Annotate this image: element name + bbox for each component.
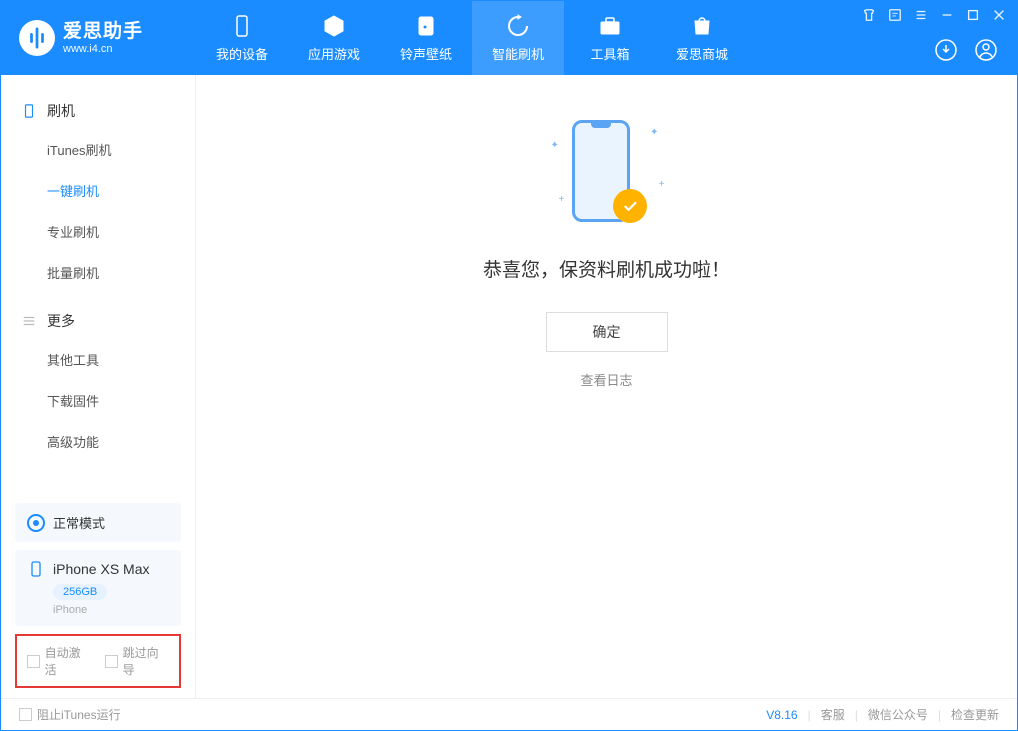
logo-area[interactable]: 爱思助手 www.i4.cn	[1, 20, 196, 56]
sidebar-section-more: 更多	[1, 303, 195, 339]
nav-toolbox[interactable]: 工具箱	[564, 1, 656, 75]
ok-button[interactable]: 确定	[546, 312, 668, 352]
device-type: iPhone	[53, 604, 169, 616]
device-phone-icon	[27, 560, 45, 578]
sidebar-item-download-firmware[interactable]: 下载固件	[47, 380, 195, 421]
checkbox-label: 阻止iTunes运行	[37, 706, 121, 723]
phone-icon	[230, 14, 254, 38]
nav-label: 爱思商城	[676, 44, 728, 63]
close-icon[interactable]	[991, 7, 1007, 23]
refresh-icon	[506, 14, 530, 38]
device-name: iPhone XS Max	[53, 561, 150, 577]
footer-link-wechat[interactable]: 微信公众号	[868, 706, 928, 723]
footer-bar: 阻止iTunes运行 V8.16 | 客服 | 微信公众号 | 检查更新	[1, 698, 1017, 730]
nav-label: 智能刷机	[492, 44, 544, 63]
block-itunes-checkbox[interactable]: 阻止iTunes运行	[19, 706, 121, 723]
mode-icon	[27, 514, 45, 532]
minimize-icon[interactable]	[939, 7, 955, 23]
sidebar-item-batch-flash[interactable]: 批量刷机	[47, 252, 195, 293]
storage-badge: 256GB	[53, 584, 107, 600]
feedback-icon[interactable]	[887, 7, 903, 23]
app-url: www.i4.cn	[63, 43, 143, 56]
separator: |	[855, 708, 858, 722]
section-title-label: 更多	[47, 311, 75, 331]
window-controls	[861, 7, 1007, 23]
maximize-icon[interactable]	[965, 7, 981, 23]
sparkle-icon: ✦	[551, 140, 559, 151]
separator: |	[808, 708, 811, 722]
sparkle-icon: +	[659, 179, 665, 190]
nav-label: 工具箱	[590, 44, 629, 63]
main-content: ✦ ✦ + + 恭喜您，保资料刷机成功啦！ 确定 查看日志	[196, 75, 1017, 698]
nav-smart-flash[interactable]: 智能刷机	[472, 1, 564, 75]
nav-label: 应用游戏	[308, 44, 360, 63]
bag-icon	[690, 14, 714, 38]
sidebar-item-pro-flash[interactable]: 专业刷机	[47, 211, 195, 252]
checkbox-icon	[27, 655, 40, 668]
tshirt-icon[interactable]	[861, 7, 877, 23]
sidebar-item-itunes-flash[interactable]: iTunes刷机	[47, 129, 195, 170]
check-badge-icon	[613, 189, 647, 223]
app-header: 爱思助手 www.i4.cn 我的设备 应用游戏 铃声壁纸 智能刷机 工具箱 爱…	[1, 1, 1017, 75]
music-icon	[414, 14, 438, 38]
highlighted-checkbox-row: 自动激活 跳过向导	[15, 634, 181, 688]
list-icon	[21, 313, 37, 329]
menu-icon[interactable]	[913, 7, 929, 23]
version-label: V8.16	[766, 708, 797, 722]
cube-icon	[322, 14, 346, 38]
top-nav: 我的设备 应用游戏 铃声壁纸 智能刷机 工具箱 爱思商城	[196, 1, 748, 75]
device-panel[interactable]: iPhone XS Max 256GB iPhone	[15, 550, 181, 626]
user-icon[interactable]	[973, 37, 999, 63]
sidebar-section-flash: 刷机	[1, 93, 195, 129]
checkbox-label: 跳过向导	[123, 644, 169, 678]
sidebar-item-other-tools[interactable]: 其他工具	[47, 339, 195, 380]
download-icon[interactable]	[933, 37, 959, 63]
footer-link-update[interactable]: 检查更新	[951, 706, 999, 723]
nav-label: 我的设备	[216, 44, 268, 63]
mode-label: 正常模式	[53, 513, 105, 532]
sidebar-item-advanced[interactable]: 高级功能	[47, 421, 195, 462]
nav-apps-games[interactable]: 应用游戏	[288, 1, 380, 75]
nav-ringtones[interactable]: 铃声壁纸	[380, 1, 472, 75]
skip-guide-checkbox[interactable]: 跳过向导	[105, 644, 169, 678]
sidebar-item-oneclick-flash[interactable]: 一键刷机	[47, 170, 195, 211]
footer-link-service[interactable]: 客服	[821, 706, 845, 723]
header-actions	[933, 37, 999, 63]
checkbox-icon	[19, 708, 32, 721]
section-title-label: 刷机	[47, 101, 75, 121]
mode-panel[interactable]: 正常模式	[15, 503, 181, 542]
toolbox-icon	[598, 14, 622, 38]
auto-activate-checkbox[interactable]: 自动激活	[27, 644, 91, 678]
sparkle-icon: +	[559, 194, 565, 205]
logo-icon	[19, 20, 55, 56]
checkbox-label: 自动激活	[45, 644, 91, 678]
nav-my-device[interactable]: 我的设备	[196, 1, 288, 75]
success-message: 恭喜您，保资料刷机成功啦！	[483, 255, 730, 282]
checkbox-icon	[105, 655, 118, 668]
sparkle-icon: ✦	[650, 127, 658, 138]
view-log-link[interactable]: 查看日志	[580, 370, 632, 389]
nav-store[interactable]: 爱思商城	[656, 1, 748, 75]
separator: |	[938, 708, 941, 722]
sidebar: 刷机 iTunes刷机 一键刷机 专业刷机 批量刷机 更多 其他工具 下载固件 …	[1, 75, 196, 698]
nav-label: 铃声壁纸	[400, 44, 452, 63]
app-name: 爱思助手	[63, 21, 143, 43]
phone-small-icon	[21, 103, 37, 119]
success-illustration: ✦ ✦ + +	[537, 115, 677, 235]
